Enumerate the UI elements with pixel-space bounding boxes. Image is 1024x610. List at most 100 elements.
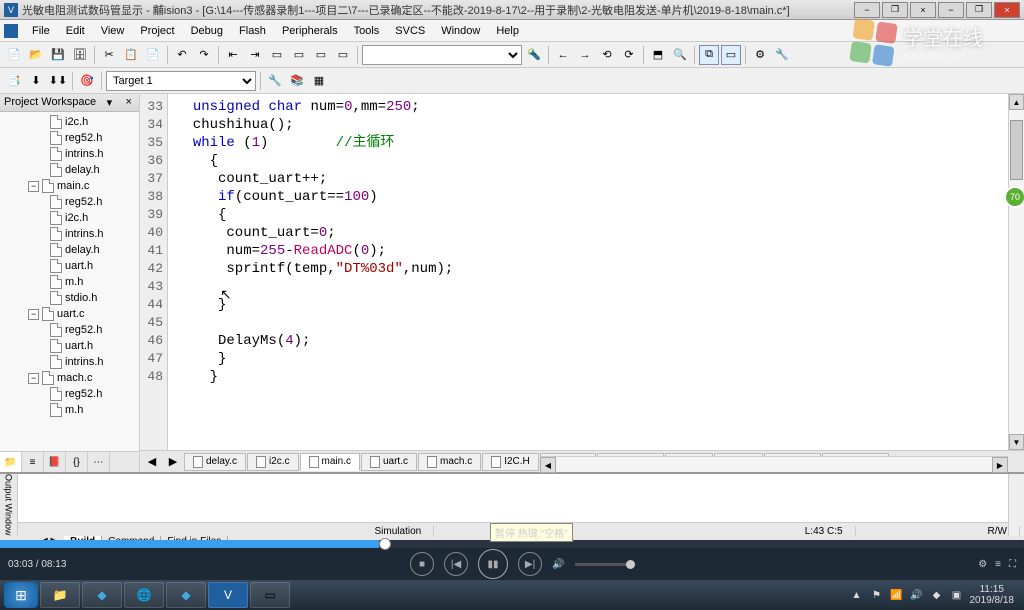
scroll-left-button[interactable]: ◀ xyxy=(540,457,556,473)
minimize-button[interactable]: − xyxy=(938,2,964,18)
file-tab[interactable]: uart.c xyxy=(361,453,417,471)
video-fullscreen-icon[interactable]: ⛶ xyxy=(1009,559,1016,570)
tree-file[interactable]: i2c.h xyxy=(2,210,137,226)
view-out-button[interactable]: ▭ xyxy=(721,45,741,65)
task-item-4[interactable]: ◆ xyxy=(166,582,206,608)
undo-button[interactable]: ↶ xyxy=(172,45,192,65)
menu-file[interactable]: File xyxy=(24,23,58,39)
tab-scroll-right-button[interactable]: ▶ xyxy=(163,452,183,472)
tree-file[interactable]: uart.h xyxy=(2,258,137,274)
close-button[interactable]: × xyxy=(994,2,1020,18)
tree-file[interactable]: reg52.h xyxy=(2,322,137,338)
config-button[interactable]: ⚙ xyxy=(750,45,770,65)
bookmark-prev-button[interactable]: ▭ xyxy=(289,45,309,65)
debug-stop-button[interactable]: ⬒ xyxy=(648,45,668,65)
tree-file[interactable]: intrins.h xyxy=(2,354,137,370)
task-item-3[interactable]: 🌐 xyxy=(124,582,164,608)
tree-file[interactable]: reg52.h xyxy=(2,194,137,210)
tray-flag-icon[interactable]: ⚑ xyxy=(870,588,884,602)
indent-right-button[interactable]: ⇥ xyxy=(245,45,265,65)
video-settings-icon[interactable]: ⚙ xyxy=(978,559,987,570)
video-next-button[interactable]: ▶| xyxy=(518,552,542,576)
bookmark-button[interactable]: ▭ xyxy=(267,45,287,65)
tree-file[interactable]: uart.h xyxy=(2,338,137,354)
child-close-button[interactable]: × xyxy=(910,2,936,18)
dropdown-icon[interactable]: ▾ xyxy=(107,96,113,109)
side-badge[interactable]: 70 xyxy=(1004,186,1024,208)
child-min-button[interactable]: − xyxy=(854,2,880,18)
file-tab[interactable]: mach.c xyxy=(418,453,481,471)
vertical-scrollbar[interactable]: ▲ ▼ xyxy=(1008,94,1024,450)
scroll-thumb[interactable] xyxy=(1010,120,1023,180)
find-in-files-button[interactable]: 🔍 xyxy=(670,45,690,65)
bookmark-next-button[interactable]: ▭ xyxy=(311,45,331,65)
download-button[interactable]: 🎯 xyxy=(77,71,97,91)
tray-app2-icon[interactable]: ▣ xyxy=(950,588,964,602)
system-tray[interactable]: ▲ ⚑ 📶 🔊 ◆ ▣ 11:15 2019/8/18 xyxy=(850,584,1021,606)
horizontal-scrollbar[interactable]: ◀ ▶ xyxy=(540,456,1008,472)
manage-button[interactable]: 📚 xyxy=(287,71,307,91)
file-tab[interactable]: main.c xyxy=(300,453,360,471)
menu-peripherals[interactable]: Peripherals xyxy=(274,23,346,39)
task-item-5[interactable]: V xyxy=(208,582,248,608)
debug-run-button[interactable]: ⟳ xyxy=(619,45,639,65)
build-button[interactable]: ⬇ xyxy=(26,71,46,91)
tray-app1-icon[interactable]: ◆ xyxy=(930,588,944,602)
tree-file[interactable]: intrins.h xyxy=(2,226,137,242)
cut-button[interactable]: ✂ xyxy=(99,45,119,65)
tray-net-icon[interactable]: 📶 xyxy=(890,588,904,602)
video-stop-button[interactable]: ■ xyxy=(410,552,434,576)
tree-file[interactable]: intrins.h xyxy=(2,146,137,162)
tab-scroll-left-button[interactable]: ◀ xyxy=(142,452,162,472)
search-combo[interactable] xyxy=(362,45,522,65)
video-prev-button[interactable]: |◀ xyxy=(444,552,468,576)
tray-up-icon[interactable]: ▲ xyxy=(850,588,864,602)
video-play-button[interactable]: ▮▮ xyxy=(478,549,508,579)
find-button[interactable]: 🔦 xyxy=(524,45,544,65)
tree-file[interactable]: reg52.h xyxy=(2,130,137,146)
options-button[interactable]: 🔧 xyxy=(772,45,792,65)
ws-tab-func[interactable]: {} xyxy=(66,452,88,472)
menu-window[interactable]: Window xyxy=(433,23,488,39)
task-item-6[interactable]: ▭ xyxy=(250,582,290,608)
menu-edit[interactable]: Edit xyxy=(58,23,93,39)
menu-project[interactable]: Project xyxy=(132,23,182,39)
ws-tab-temp[interactable]: ⋯ xyxy=(88,452,110,472)
tree-group[interactable]: − mach.c xyxy=(2,370,137,386)
code-editor[interactable]: unsigned char num=0,mm=250; chushihua();… xyxy=(168,94,1008,450)
debug-step-button[interactable]: ⟲ xyxy=(597,45,617,65)
child-max-button[interactable]: ❐ xyxy=(882,2,908,18)
indent-left-button[interactable]: ⇤ xyxy=(223,45,243,65)
scroll-right-button[interactable]: ▶ xyxy=(992,457,1008,473)
workspace-close-button[interactable]: × xyxy=(123,96,135,109)
ws-tab-regs[interactable]: ≡ xyxy=(22,452,44,472)
video-list-icon[interactable]: ≡ xyxy=(995,559,1001,570)
maximize-button[interactable]: ❐ xyxy=(966,2,992,18)
save-all-button[interactable]: 🗄 xyxy=(70,45,90,65)
volume-icon[interactable]: 🔊 xyxy=(552,559,564,570)
tree-file[interactable]: m.h xyxy=(2,402,137,418)
rebuild-button[interactable]: ⬇⬇ xyxy=(48,71,68,91)
scroll-up-button[interactable]: ▲ xyxy=(1009,94,1024,110)
file-tab[interactable]: i2c.c xyxy=(247,453,299,471)
tree-file[interactable]: stdio.h xyxy=(2,290,137,306)
task-item-2[interactable]: ◆ xyxy=(82,582,122,608)
open-button[interactable]: 📂 xyxy=(26,45,46,65)
menu-flash[interactable]: Flash xyxy=(231,23,274,39)
tree-file[interactable]: i2c.h xyxy=(2,114,137,130)
tree-file[interactable]: reg52.h xyxy=(2,386,137,402)
tree-file[interactable]: delay.h xyxy=(2,242,137,258)
save-button[interactable]: 💾 xyxy=(48,45,68,65)
tray-vol-icon[interactable]: 🔊 xyxy=(910,588,924,602)
tree-group[interactable]: − main.c xyxy=(2,178,137,194)
file-tab[interactable]: I2C.H xyxy=(482,453,539,471)
target-select[interactable]: Target 1 xyxy=(106,71,256,91)
tree-file[interactable]: m.h xyxy=(2,274,137,290)
seek-thumb[interactable] xyxy=(379,538,391,550)
target-options-button[interactable]: 🔧 xyxy=(265,71,285,91)
menu-tools[interactable]: Tools xyxy=(346,23,388,39)
batch-button[interactable]: ▦ xyxy=(309,71,329,91)
project-tree[interactable]: i2c.h reg52.h intrins.h delay.h− main.c … xyxy=(0,112,139,451)
debug-back-button[interactable]: ← xyxy=(553,45,573,65)
translate-button[interactable]: 📑 xyxy=(4,71,24,91)
